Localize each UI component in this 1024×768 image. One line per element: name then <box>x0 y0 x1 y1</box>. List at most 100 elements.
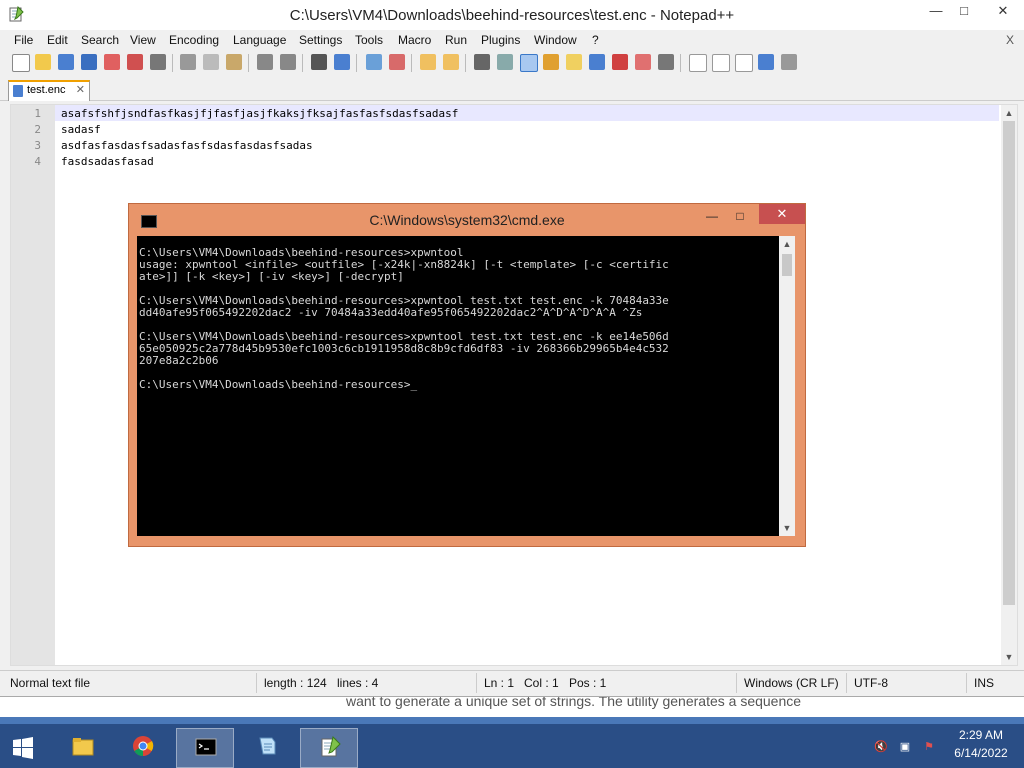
line-number: 2 <box>34 123 41 136</box>
indent-guide-icon[interactable] <box>520 54 538 72</box>
status-bar: Normal text file length : 124 lines : 4 … <box>0 670 1024 695</box>
save-macro-icon[interactable] <box>781 54 797 70</box>
editor-vertical-scrollbar[interactable]: ▲ ▼ <box>1001 105 1017 665</box>
editor-line[interactable]: asafsfshfjsndfasfkasjfjfasfjasjfkaksjfks… <box>61 107 458 120</box>
line-number: 3 <box>34 139 41 152</box>
network-icon[interactable]: ▣ <box>898 740 912 753</box>
action-center-icon[interactable]: ⚑ <box>922 740 936 753</box>
console-prompt-line[interactable]: C:\Users\VM4\Downloads\beehind-resources… <box>139 378 417 391</box>
run-macro-multiple-icon[interactable] <box>758 54 774 70</box>
menu-settings[interactable]: Settings <box>299 33 342 47</box>
menu-file[interactable]: File <box>14 33 33 47</box>
cmd-close-button[interactable]: ✕ <box>759 204 805 224</box>
console-output[interactable]: C:\Users\VM4\Downloads\beehind-resources… <box>137 236 791 536</box>
monitoring-icon[interactable] <box>658 54 674 70</box>
folder-workspace-icon[interactable] <box>635 54 651 70</box>
menu-window[interactable]: Window <box>534 33 577 47</box>
status-separator <box>476 673 477 693</box>
taskbar-notepadpp[interactable] <box>300 728 358 768</box>
cmd-maximize-button[interactable]: □ <box>725 206 755 226</box>
toolbar-separator <box>172 54 173 72</box>
redo-icon[interactable] <box>280 54 296 70</box>
menu-plugins[interactable]: Plugins <box>481 33 520 47</box>
scroll-up-icon[interactable]: ▲ <box>1001 105 1017 121</box>
maximize-button[interactable]: □ <box>948 0 980 22</box>
taskbar-notepad[interactable] <box>238 728 294 766</box>
close-button[interactable]: ✕ <box>982 0 1024 22</box>
scroll-down-icon[interactable]: ▼ <box>779 520 795 536</box>
console-line: 207e8a2c2b06 <box>139 354 219 367</box>
replace-icon[interactable] <box>334 54 350 70</box>
zoom-out-icon[interactable] <box>389 54 405 70</box>
editor-line[interactable]: fasdsadasfasad <box>61 155 154 168</box>
file-saved-icon <box>13 85 23 97</box>
taskbar-chrome[interactable] <box>114 728 170 766</box>
tab-close-icon[interactable]: ✕ <box>76 83 85 96</box>
menu-tools[interactable]: Tools <box>355 33 383 47</box>
insert-mode-status: INS <box>974 676 995 690</box>
stop-macro-icon[interactable] <box>712 54 730 72</box>
clock-date: 6/14/2022 <box>954 746 1008 760</box>
scrollbar-thumb[interactable] <box>782 254 792 276</box>
close-document-icon[interactable]: X <box>1006 33 1014 47</box>
status-separator <box>966 673 967 693</box>
encoding-status[interactable]: UTF-8 <box>854 676 888 690</box>
background-browser-strip: want to generate a unique set of strings… <box>0 696 1024 717</box>
taskbar-cmd[interactable] <box>176 728 234 768</box>
show-all-characters-icon[interactable] <box>497 54 513 70</box>
play-macro-icon[interactable] <box>735 54 753 72</box>
toolbar-separator <box>465 54 466 72</box>
scroll-down-icon[interactable]: ▼ <box>1001 649 1017 665</box>
lines-status: lines : 4 <box>337 676 379 690</box>
chrome-icon <box>133 736 154 757</box>
editor-line[interactable]: asdfasfasdasfsadasfasfsdasfasdasfsadas <box>61 139 313 152</box>
function-list-icon[interactable] <box>612 54 628 70</box>
console-line: ate>]] [-k <key>] [-iv <key>] [-decrypt] <box>139 270 404 283</box>
title-bar[interactable]: C:\Users\VM4\Downloads\beehind-resources… <box>0 0 1024 30</box>
column-status: Col : 1 <box>524 676 559 690</box>
menu-search[interactable]: Search <box>81 33 119 47</box>
clock[interactable]: 2:29 AM 6/14/2022 <box>946 728 1016 760</box>
user-language-icon[interactable] <box>543 54 559 70</box>
menu-edit[interactable]: Edit <box>47 33 68 47</box>
scroll-up-icon[interactable]: ▲ <box>779 236 795 252</box>
paste-icon[interactable] <box>226 54 242 70</box>
word-wrap-icon[interactable] <box>474 54 490 70</box>
menu-encoding[interactable]: Encoding <box>169 33 219 47</box>
new-file-icon[interactable] <box>12 54 30 72</box>
tab-label: test.enc <box>27 84 66 96</box>
toolbar-separator <box>302 54 303 72</box>
copy-icon[interactable] <box>203 54 219 70</box>
sync-horizontal-icon[interactable] <box>443 54 459 70</box>
scrollbar-thumb[interactable] <box>1003 121 1015 605</box>
eol-status[interactable]: Windows (CR LF) <box>744 676 839 690</box>
cut-icon[interactable] <box>180 54 196 70</box>
menu-view[interactable]: View <box>130 33 156 47</box>
zoom-in-icon[interactable] <box>366 54 382 70</box>
cmd-vertical-scrollbar[interactable]: ▲ ▼ <box>779 236 795 536</box>
save-all-icon[interactable] <box>81 54 97 70</box>
menu-help[interactable]: ? <box>592 33 599 47</box>
window-title: C:\Users\VM4\Downloads\beehind-resources… <box>289 7 735 24</box>
save-icon[interactable] <box>58 54 74 70</box>
menu-language[interactable]: Language <box>233 33 286 47</box>
tab-test-enc[interactable]: test.enc ✕ <box>8 80 90 101</box>
menu-run[interactable]: Run <box>445 33 467 47</box>
close-all-icon[interactable] <box>127 54 143 70</box>
record-macro-icon[interactable] <box>689 54 707 72</box>
undo-icon[interactable] <box>257 54 273 70</box>
document-list-icon[interactable] <box>589 54 605 70</box>
status-separator <box>846 673 847 693</box>
taskbar-file-explorer[interactable] <box>54 728 110 766</box>
cmd-minimize-button[interactable]: — <box>697 206 727 226</box>
start-button[interactable] <box>0 728 48 766</box>
find-icon[interactable] <box>311 54 327 70</box>
speaker-muted-icon[interactable]: 🔇 <box>874 740 888 753</box>
doc-map-icon[interactable] <box>566 54 582 70</box>
menu-macro[interactable]: Macro <box>398 33 431 47</box>
editor-line[interactable]: sadasf <box>61 123 101 136</box>
open-file-icon[interactable] <box>35 54 51 70</box>
sync-vertical-icon[interactable] <box>420 54 436 70</box>
close-file-icon[interactable] <box>104 54 120 70</box>
print-icon[interactable] <box>150 54 166 70</box>
